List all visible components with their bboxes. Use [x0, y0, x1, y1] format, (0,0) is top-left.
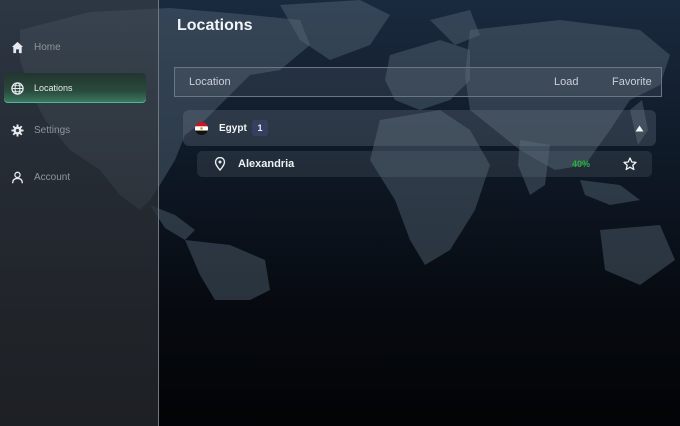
caret-up-icon: [635, 125, 643, 131]
server-count-badge: 1: [252, 120, 268, 136]
sidebar-item-label: Home: [34, 41, 61, 53]
gear-icon: [10, 123, 24, 137]
sidebar-item-label: Account: [34, 171, 71, 183]
sidebar-item-settings[interactable]: Settings: [4, 115, 146, 145]
country-name: Egypt: [219, 122, 247, 134]
column-header-favorite: Favorite: [612, 76, 652, 88]
user-icon: [10, 170, 24, 184]
sidebar: Home Locations Settings Account: [0, 0, 159, 426]
globe-icon: [10, 81, 24, 95]
location-pin-icon: [214, 156, 226, 172]
column-header-location: Location: [189, 76, 231, 88]
sidebar-item-label: Settings: [34, 124, 71, 136]
favorite-button[interactable]: [622, 156, 637, 171]
egypt-flag-icon: [195, 122, 208, 135]
city-row-alexandria[interactable]: Alexandria 40%: [197, 151, 652, 177]
page-title: Locations: [177, 17, 253, 34]
sidebar-item-account[interactable]: Account: [4, 162, 146, 192]
country-row-egypt[interactable]: Egypt 1: [183, 110, 656, 146]
collapse-toggle-button[interactable]: [634, 123, 644, 133]
sidebar-item-locations[interactable]: Locations: [4, 73, 146, 103]
sidebar-item-home[interactable]: Home: [4, 32, 146, 62]
column-header-load: Load: [554, 76, 579, 88]
star-icon: [622, 156, 637, 170]
server-load-value: 40%: [572, 159, 591, 169]
city-name: Alexandria: [238, 158, 295, 170]
home-icon: [10, 40, 24, 54]
sidebar-item-label: Locations: [34, 83, 73, 93]
locations-table-header: Location Load Favorite: [174, 67, 662, 97]
